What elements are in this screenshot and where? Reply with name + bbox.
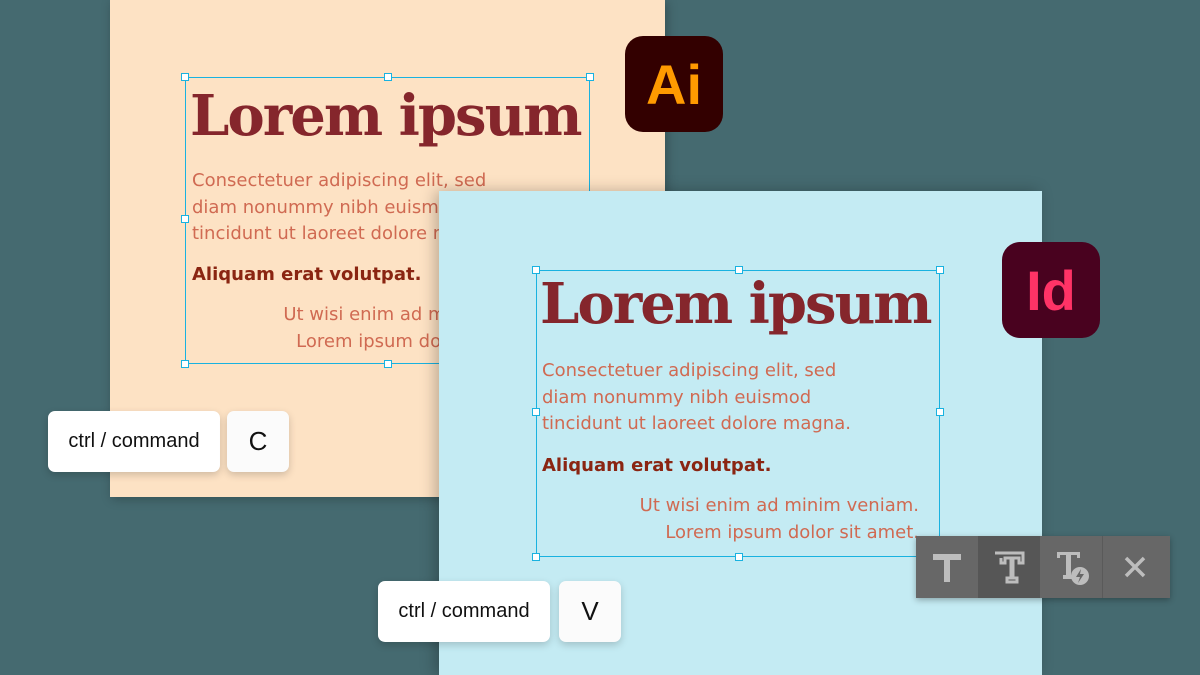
close-toolbar-button[interactable]	[1103, 536, 1167, 598]
resize-handle-tm[interactable]	[384, 73, 392, 81]
indesign-title: Lorem ipsum	[540, 271, 933, 337]
indesign-icon: Id	[1002, 242, 1100, 338]
resize-handle-bl[interactable]	[181, 360, 189, 368]
indesign-body: Consectetuer adipiscing elit, sed diam n…	[542, 358, 851, 438]
body-line: tincidunt ut laoreet dolore magna.	[542, 413, 851, 434]
resize-handle-bl[interactable]	[532, 553, 540, 561]
copy-modifier-key: ctrl / command	[48, 411, 220, 472]
paste-plain-text-button[interactable]	[916, 536, 978, 598]
paste-modifier-key: ctrl / command	[378, 581, 550, 642]
illustrator-title: Lorem ipsum	[190, 83, 583, 149]
resize-handle-ml[interactable]	[181, 215, 189, 223]
body-line: Lorem ipsum dolor sit amet.	[665, 521, 919, 543]
text-quick-action-icon	[1054, 552, 1089, 585]
illustrator-icon: Ai	[625, 36, 723, 132]
paste-options-toolbar	[916, 536, 1170, 598]
body-line: diam nonummy nibh euismod	[542, 386, 812, 408]
resize-handle-ml[interactable]	[532, 408, 540, 416]
copy-letter-key: C	[227, 411, 289, 472]
paste-quick-action-button[interactable]	[1040, 536, 1102, 598]
resize-handle-bm[interactable]	[384, 360, 392, 368]
resize-handle-bm[interactable]	[735, 553, 743, 561]
indesign-right-aligned: Ut wisi enim ad minim veniam. Lorem ipsu…	[569, 493, 919, 546]
plain-text-icon	[933, 554, 961, 582]
resize-handle-tr[interactable]	[936, 266, 944, 274]
resize-handle-mr[interactable]	[936, 408, 944, 416]
paste-letter-key: V	[559, 581, 621, 642]
resize-handle-tr[interactable]	[586, 73, 594, 81]
resize-handle-tl[interactable]	[532, 266, 540, 274]
indesign-bold-line: Aliquam erat volutpat.	[542, 455, 772, 476]
close-icon	[1124, 556, 1146, 578]
illustrator-bold-line: Aliquam erat volutpat.	[192, 264, 422, 285]
paste-formatted-text-button[interactable]	[978, 536, 1040, 598]
resize-handle-tl[interactable]	[181, 73, 189, 81]
body-line: Ut wisi enim ad minim veniam.	[639, 495, 919, 516]
formatted-text-icon	[995, 551, 1025, 584]
body-line: Consectetuer adipiscing elit, sed	[542, 360, 837, 381]
